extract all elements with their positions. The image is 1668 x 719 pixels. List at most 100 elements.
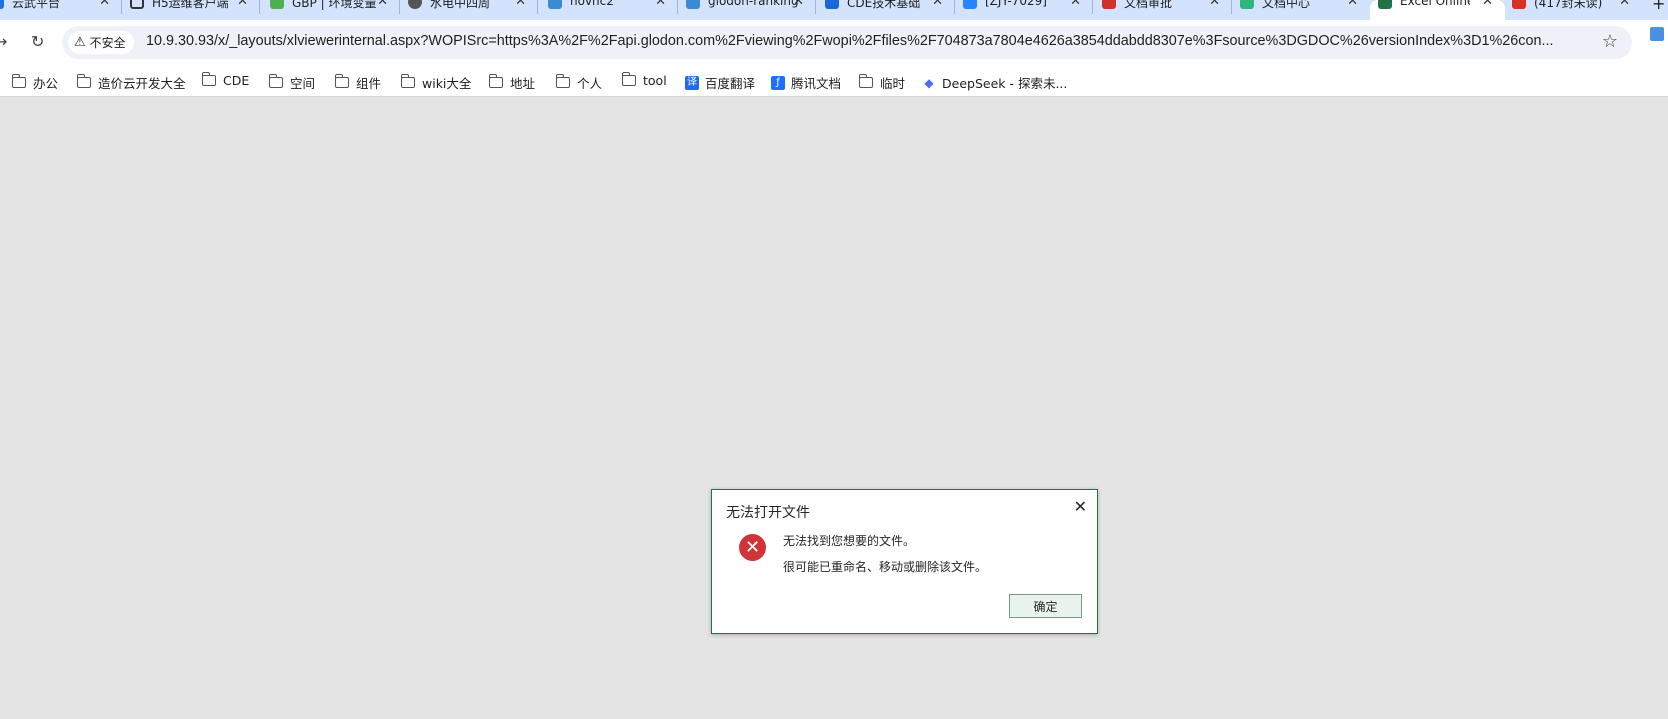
tab-title: Excel Online [1400, 0, 1470, 8]
tab[interactable]: glodon-ranking ✕ [686, 0, 816, 20]
bookmark-folder[interactable]: 造价云开发大全 [76, 73, 186, 92]
ok-button[interactable]: 确定 [1009, 594, 1082, 618]
extension-icon[interactable] [1650, 27, 1664, 41]
close-icon[interactable]: ✕ [1074, 497, 1087, 516]
shield-icon [130, 0, 144, 9]
tencent-docs-icon: ƒ [771, 75, 785, 90]
bookmark-folder[interactable]: tool [621, 72, 667, 88]
folder-icon [400, 74, 415, 88]
tab-separator [1092, 0, 1093, 14]
security-label: 不安全 [89, 36, 126, 50]
tab[interactable]: [ZJY-7029] ✕ [963, 0, 1093, 20]
bookmark-link[interactable]: 译百度翻译 [685, 73, 755, 92]
bookmark-label: 造价云开发大全 [98, 76, 186, 91]
tab-title: 云武平台 [12, 0, 61, 10]
tab-close-icon[interactable]: ✕ [1209, 0, 1220, 9]
tab-separator [677, 0, 678, 14]
new-tab-button[interactable]: + [1652, 0, 1668, 20]
puzzle-icon [686, 0, 700, 9]
bookmark-folder[interactable]: 个人 [555, 73, 603, 92]
bookmark-label: tool [643, 73, 667, 88]
tab-close-icon[interactable]: ✕ [515, 0, 526, 9]
tab-close-icon[interactable]: ✕ [1482, 0, 1493, 9]
deepseek-icon: ◆ [924, 75, 934, 90]
folder-icon [201, 72, 216, 86]
url-text[interactable]: 10.9.30.93/x/_layouts/xlviewerinternal.a… [146, 33, 1554, 49]
bookmark-folder[interactable]: wiki大全 [400, 73, 472, 92]
tab-close-icon[interactable]: ✕ [1619, 0, 1630, 9]
tab-close-icon[interactable]: ✕ [1070, 0, 1081, 9]
gbp-app-icon [270, 0, 284, 9]
tab[interactable]: H5运维客户端 ✕ [130, 0, 260, 20]
error-icon: ✕ [739, 534, 766, 561]
tab-separator [1231, 0, 1232, 14]
jira-icon [963, 0, 977, 9]
bookmark-label: 腾讯文档 [791, 76, 842, 91]
tab-title: (417封未读) [1534, 0, 1603, 10]
bookmark-folder[interactable]: 临时 [858, 73, 906, 92]
puzzle-icon [548, 0, 562, 9]
forward-arrow-icon[interactable]: → [0, 32, 7, 51]
bookmark-label: DeepSeek - 探索未... [942, 76, 1068, 91]
bookmarks-bar: 办公 造价云开发大全 CDE 空间 组件 wiki大全 地址 个人 tool 译… [0, 66, 1668, 97]
tab-separator [954, 0, 955, 14]
tab[interactable]: 文档中心 ✕ [1240, 0, 1370, 20]
tab-strip: 云武平台 ✕ H5运维客户端 ✕ GBP | 环境变量 ✕ 水电中四周 ✕ no… [0, 0, 1668, 20]
tab[interactable]: CDE技术基础 ✕ [825, 0, 955, 20]
folder-icon [555, 74, 570, 88]
bookmark-label: 个人 [577, 76, 603, 91]
folder-icon [334, 74, 349, 88]
tab-separator [121, 0, 122, 14]
tab-close-icon[interactable]: ✕ [237, 0, 248, 9]
doc-approval-icon [1102, 0, 1116, 9]
folder-icon [268, 74, 283, 88]
bookmark-folder[interactable]: 空间 [268, 73, 315, 92]
folder-icon [76, 74, 91, 88]
bookmark-label: 百度翻译 [705, 76, 756, 91]
tab-close-icon[interactable]: ✕ [1347, 0, 1358, 9]
globe-icon [408, 0, 422, 9]
bookmark-label: wiki大全 [422, 76, 472, 91]
bookmark-folder[interactable]: 组件 [334, 73, 381, 92]
bookmark-label: 地址 [510, 76, 536, 91]
error-detail: 很可能已重命名、移动或删除该文件。 [783, 560, 988, 574]
bookmark-star-icon[interactable]: ☆ [1602, 31, 1618, 52]
security-chip[interactable]: ⚠ 不安全 [68, 31, 134, 54]
tab-active[interactable]: Excel Online ✕ [1370, 0, 1505, 20]
tab[interactable]: 文档审批 ✕ [1102, 0, 1232, 20]
bookmark-folder[interactable]: 地址 [488, 73, 536, 92]
folder-icon [621, 72, 636, 86]
error-dialog: 无法打开文件 ✕ ✕ 无法找到您想要的文件。 很可能已重命名、移动或删除该文件。… [711, 489, 1098, 634]
excel-icon [1378, 0, 1392, 9]
bookmark-folder[interactable]: 办公 [11, 73, 58, 92]
tab-close-icon[interactable]: ✕ [655, 0, 666, 9]
bookmark-label: 临时 [880, 76, 906, 91]
reload-icon[interactable]: ↻ [31, 32, 44, 51]
tab-close-icon[interactable]: ✕ [793, 0, 804, 9]
tab-close-icon[interactable]: ✕ [377, 0, 388, 9]
bookmark-link[interactable]: ◆ DeepSeek - 探索未... [922, 73, 1067, 92]
tab[interactable]: 水电中四周 ✕ [408, 0, 538, 20]
tab[interactable]: novnc2 ✕ [548, 0, 678, 20]
tab[interactable]: GBP | 环境变量 ✕ [270, 0, 400, 20]
tab-close-icon[interactable]: ✕ [99, 0, 110, 9]
translate-icon: 译 [685, 75, 699, 90]
folder-icon [11, 74, 26, 88]
plus-icon: + [1652, 0, 1666, 13]
bookmark-label: CDE [223, 73, 250, 88]
tab[interactable]: (417封未读) ✕ [1512, 0, 1642, 20]
bookmark-link[interactable]: ƒ 腾讯文档 [771, 73, 841, 92]
tab[interactable]: 云武平台 ✕ [0, 0, 122, 20]
tab-separator [815, 0, 816, 14]
tab-close-icon[interactable]: ✕ [932, 0, 943, 9]
tab-separator [537, 0, 538, 14]
folder-icon [488, 74, 503, 88]
confluence-icon [825, 0, 839, 9]
browser-toolbar: → ↻ ⚠ 不安全 10.9.30.93/x/_layouts/xlviewer… [0, 20, 1668, 66]
tab-separator [259, 0, 260, 14]
tab-separator [399, 0, 400, 14]
address-bar[interactable]: ⚠ 不安全 10.9.30.93/x/_layouts/xlviewerinte… [62, 26, 1632, 59]
dialog-title: 无法打开文件 [726, 505, 810, 521]
bookmark-folder[interactable]: CDE [201, 72, 250, 88]
mail-icon [1512, 0, 1526, 9]
